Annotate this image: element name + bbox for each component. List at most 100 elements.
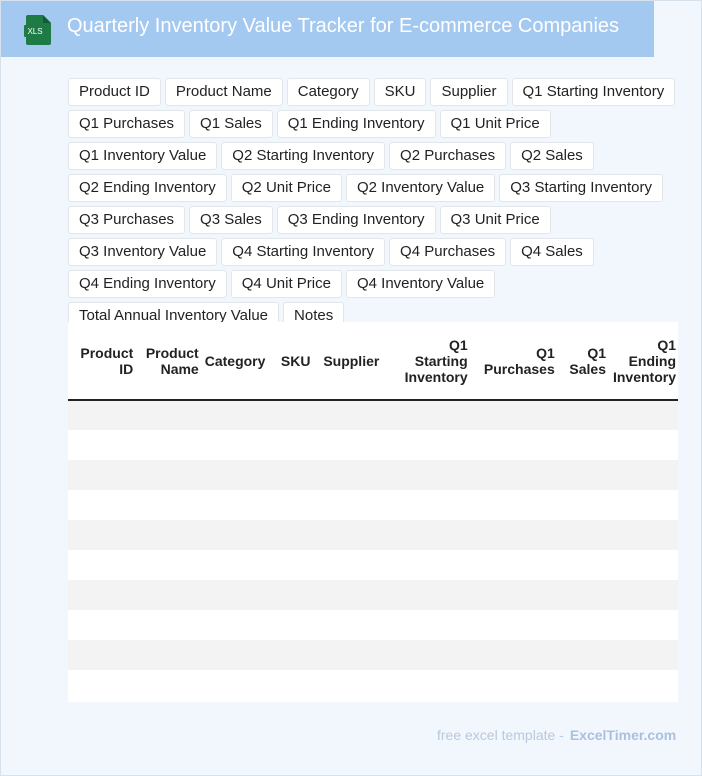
column-chip[interactable]: Q3 Sales [189, 206, 273, 234]
table-cell[interactable] [556, 670, 608, 700]
table-cell[interactable] [556, 430, 608, 460]
table-cell[interactable] [276, 670, 320, 700]
table-cell[interactable] [68, 400, 136, 430]
column-chip[interactable]: Supplier [430, 78, 508, 106]
table-cell[interactable] [469, 460, 557, 490]
table-cell[interactable] [608, 460, 678, 490]
table-cell[interactable] [319, 400, 392, 430]
table-cell[interactable] [469, 550, 557, 580]
table-cell[interactable] [135, 490, 201, 520]
table-cell[interactable] [391, 430, 470, 460]
table-cell[interactable] [469, 580, 557, 610]
table-cell[interactable] [469, 670, 557, 700]
table-cell[interactable] [135, 430, 201, 460]
table-cell[interactable] [135, 580, 201, 610]
column-chip[interactable]: Q1 Purchases [68, 110, 186, 138]
table-cell[interactable] [469, 430, 557, 460]
table-cell[interactable] [135, 400, 201, 430]
table-cell[interactable] [469, 610, 557, 640]
table-cell[interactable] [391, 520, 470, 550]
column-chip[interactable]: Q4 Starting Inventory [221, 238, 386, 266]
table-cell[interactable] [68, 670, 136, 700]
table-cell[interactable] [200, 610, 277, 640]
table-cell[interactable] [469, 520, 557, 550]
column-chip[interactable]: Q2 Ending Inventory [68, 174, 227, 202]
table-cell[interactable] [276, 490, 320, 520]
table-cell[interactable] [276, 460, 320, 490]
column-chip[interactable]: Q4 Unit Price [230, 270, 342, 298]
table-cell[interactable] [319, 550, 392, 580]
column-chip[interactable]: Q3 Unit Price [439, 206, 551, 234]
table-cell[interactable] [319, 520, 392, 550]
table-cell[interactable] [68, 580, 136, 610]
table-cell[interactable] [319, 430, 392, 460]
column-chip[interactable]: Q4 Inventory Value [345, 270, 496, 298]
column-chip[interactable]: Q4 Sales [510, 238, 594, 266]
table-cell[interactable] [608, 400, 678, 430]
column-chip[interactable]: Q4 Purchases [389, 238, 507, 266]
table-cell[interactable] [391, 580, 470, 610]
table-cell[interactable] [200, 490, 277, 520]
column-chip[interactable]: Category [286, 78, 370, 106]
table-cell[interactable] [200, 640, 277, 670]
table-cell[interactable] [391, 670, 470, 700]
table-cell[interactable] [556, 460, 608, 490]
table-cell[interactable] [608, 640, 678, 670]
table-cell[interactable] [276, 520, 320, 550]
table-cell[interactable] [556, 550, 608, 580]
table-cell[interactable] [68, 640, 136, 670]
table-cell[interactable] [319, 580, 392, 610]
column-chip[interactable]: Q2 Sales [510, 142, 594, 170]
column-chip[interactable]: Q1 Unit Price [439, 110, 551, 138]
table-cell[interactable] [276, 580, 320, 610]
table-cell[interactable] [608, 430, 678, 460]
column-chip[interactable]: Q1 Ending Inventory [276, 110, 436, 138]
column-chip[interactable]: Product ID [68, 78, 161, 106]
table-cell[interactable] [68, 550, 136, 580]
table-cell[interactable] [135, 520, 201, 550]
table-cell[interactable] [608, 550, 678, 580]
column-chip[interactable]: Q2 Purchases [389, 142, 507, 170]
table-cell[interactable] [608, 670, 678, 700]
table-cell[interactable] [556, 400, 608, 430]
table-cell[interactable] [135, 670, 201, 700]
table-cell[interactable] [276, 430, 320, 460]
table-cell[interactable] [276, 400, 320, 430]
column-chip[interactable]: Q2 Starting Inventory [221, 142, 386, 170]
table-cell[interactable] [135, 610, 201, 640]
table-cell[interactable] [608, 520, 678, 550]
table-cell[interactable] [200, 400, 277, 430]
table-cell[interactable] [469, 400, 557, 430]
table-cell[interactable] [319, 610, 392, 640]
table-cell[interactable] [608, 490, 678, 520]
table-cell[interactable] [68, 430, 136, 460]
table-cell[interactable] [391, 460, 470, 490]
table-cell[interactable] [556, 580, 608, 610]
table-cell[interactable] [135, 640, 201, 670]
table-cell[interactable] [68, 520, 136, 550]
table-cell[interactable] [556, 520, 608, 550]
column-chip[interactable]: Q2 Unit Price [230, 174, 342, 202]
table-cell[interactable] [135, 460, 201, 490]
column-chip[interactable]: Product Name [164, 78, 283, 106]
table-cell[interactable] [319, 640, 392, 670]
table-cell[interactable] [200, 550, 277, 580]
table-cell[interactable] [200, 670, 277, 700]
column-chip[interactable]: Q3 Purchases [68, 206, 186, 234]
table-cell[interactable] [469, 640, 557, 670]
column-chip[interactable]: Q3 Ending Inventory [276, 206, 436, 234]
table-cell[interactable] [391, 610, 470, 640]
table-cell[interactable] [319, 670, 392, 700]
table-cell[interactable] [276, 640, 320, 670]
table-cell[interactable] [319, 460, 392, 490]
table-cell[interactable] [200, 520, 277, 550]
column-chip[interactable]: Q3 Starting Inventory [499, 174, 664, 202]
table-cell[interactable] [556, 610, 608, 640]
footer-brand-link[interactable]: ExcelTimer.com [570, 727, 676, 743]
column-chip[interactable]: Q3 Inventory Value [68, 238, 218, 266]
table-cell[interactable] [556, 490, 608, 520]
table-cell[interactable] [68, 490, 136, 520]
table-cell[interactable] [68, 610, 136, 640]
table-cell[interactable] [608, 610, 678, 640]
table-cell[interactable] [319, 490, 392, 520]
